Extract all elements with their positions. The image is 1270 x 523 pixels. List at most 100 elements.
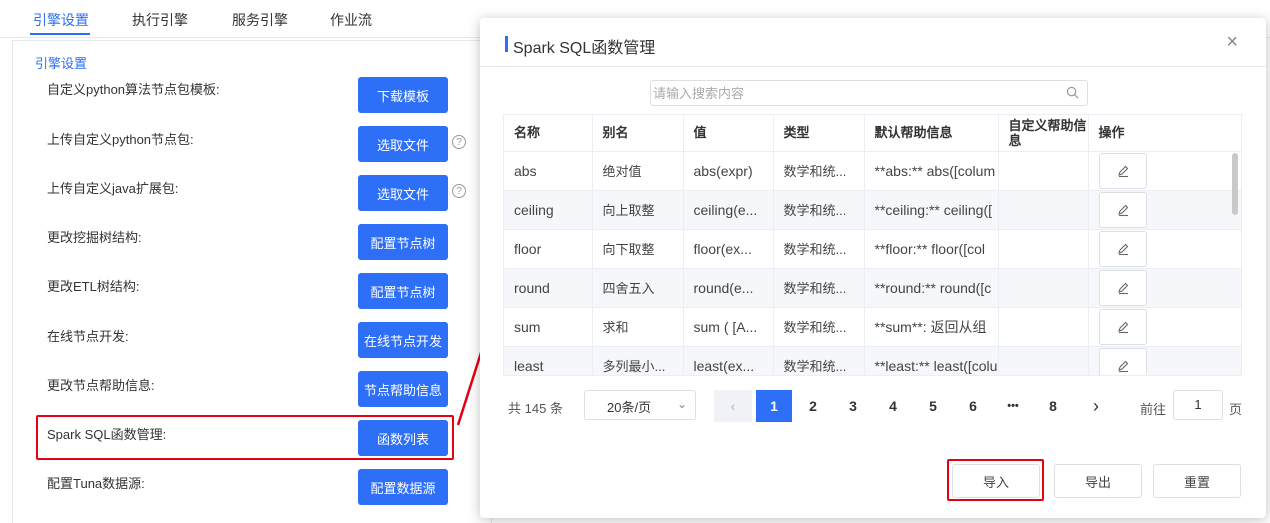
dialog-title: Spark SQL函数管理 — [513, 40, 656, 57]
cell-value: sum ( [A... — [683, 307, 774, 347]
page-8-button[interactable]: 8 — [1035, 390, 1071, 422]
cell-default-help: **sum**: 返回从组 — [864, 307, 999, 347]
table-scrollbar[interactable] — [1232, 153, 1238, 215]
edit-button[interactable] — [1098, 347, 1147, 375]
close-icon[interactable]: × — [1226, 31, 1238, 54]
download-template-button[interactable]: 下载模板 — [358, 77, 448, 113]
cell-value: round(e... — [683, 268, 774, 308]
cell-alias: 向上取整 — [592, 190, 684, 230]
goto-page-input[interactable]: 1 — [1173, 390, 1223, 420]
tab-engine-settings[interactable]: 引擎设置 — [33, 10, 89, 30]
tab-execution-engine[interactable]: 执行引擎 — [132, 10, 188, 30]
next-page-button[interactable]: › — [1078, 390, 1114, 422]
spark-sql-row-highlight — [36, 415, 454, 460]
cell-type: 数学和统... — [773, 346, 865, 375]
export-button[interactable]: 导出 — [1054, 464, 1142, 498]
help-icon[interactable]: ? — [452, 184, 466, 198]
cell-name: floor — [504, 229, 593, 269]
edit-icon — [1117, 360, 1128, 372]
search-input[interactable] — [651, 81, 1051, 105]
page-size-select[interactable]: 20条/页 ⌄ — [584, 390, 696, 420]
column-header-type: 类型 — [773, 115, 865, 152]
page-2-button[interactable]: 2 — [795, 390, 831, 422]
select-python-file-button[interactable]: 选取文件 — [358, 126, 448, 162]
cell-default-help: **least:** least([colu — [864, 346, 999, 375]
cell-type: 数学和统... — [773, 151, 865, 191]
table-row[interactable]: round 四舍五入 round(e... 数学和统... **round:**… — [504, 268, 1241, 308]
edit-button[interactable] — [1098, 152, 1147, 189]
pagination: 共 145 条 20条/页 ⌄ ‹ 1 2 3 4 5 6 ••• 8 › 前往… — [480, 390, 1266, 422]
cell-default-help: **floor:** floor([col — [864, 229, 999, 269]
row-label-etl-tree: 更改ETL树结构: — [47, 279, 140, 294]
cell-default-help: **round:** round([c — [864, 268, 999, 308]
cell-name: least — [504, 346, 593, 375]
cell-custom-help — [998, 229, 1089, 269]
cell-custom-help — [998, 307, 1089, 347]
page-4-button[interactable]: 4 — [875, 390, 911, 422]
more-pages-button[interactable]: ••• — [995, 390, 1031, 422]
column-header-name: 名称 — [504, 115, 593, 152]
table-row[interactable]: sum 求和 sum ( [A... 数学和统... **sum**: 返回从组 — [504, 307, 1241, 347]
row-label-mining-tree: 更改挖掘树结构: — [47, 230, 142, 245]
tab-service-engine[interactable]: 服务引擎 — [232, 10, 288, 30]
cell-custom-help — [998, 151, 1089, 191]
chevron-down-icon: ⌄ — [676, 397, 687, 411]
edit-button[interactable] — [1098, 308, 1147, 345]
cell-type: 数学和统... — [773, 268, 865, 308]
goto-label: 前往 — [1140, 402, 1167, 417]
cell-name: round — [504, 268, 593, 308]
node-help-info-button[interactable]: 节点帮助信息 — [358, 371, 448, 407]
table-row[interactable]: least 多列最小... least(ex... 数学和统... **leas… — [504, 346, 1241, 375]
page-6-button[interactable]: 6 — [955, 390, 991, 422]
table-row[interactable]: floor 向下取整 floor(ex... 数学和统... **floor:*… — [504, 229, 1241, 269]
search-box — [650, 80, 1088, 106]
edit-button[interactable] — [1098, 269, 1147, 306]
cell-custom-help — [998, 190, 1089, 230]
title-accent-bar — [505, 36, 508, 52]
cell-alias: 绝对值 — [592, 151, 684, 191]
edit-icon — [1117, 165, 1128, 177]
table-header-row: 名称 别名 值 类型 默认帮助信息 自定义帮助信息 操作 — [504, 115, 1241, 152]
edit-icon — [1117, 321, 1128, 333]
cell-actions — [1088, 151, 1241, 191]
spark-sql-function-dialog: Spark SQL函数管理 × 名称 别名 值 类型 默认帮助信息 自定义帮助信… — [480, 18, 1266, 518]
function-table: 名称 别名 值 类型 默认帮助信息 自定义帮助信息 操作 abs 绝对值 abs… — [503, 114, 1242, 376]
page-5-button[interactable]: 5 — [915, 390, 951, 422]
column-header-actions: 操作 — [1088, 115, 1241, 152]
cell-value: ceiling(e... — [683, 190, 774, 230]
table-row[interactable]: abs 绝对值 abs(expr) 数学和统... **abs:** abs([… — [504, 151, 1241, 191]
page-3-button[interactable]: 3 — [835, 390, 871, 422]
config-datasource-button[interactable]: 配置数据源 — [358, 469, 448, 505]
cell-name: ceiling — [504, 190, 593, 230]
import-highlight-box — [947, 459, 1044, 501]
edit-button[interactable] — [1098, 191, 1147, 228]
edit-button[interactable] — [1098, 230, 1147, 267]
cell-actions — [1088, 346, 1241, 375]
cell-alias: 求和 — [592, 307, 684, 347]
cell-name: sum — [504, 307, 593, 347]
cell-alias: 向下取整 — [592, 229, 684, 269]
online-node-dev-button[interactable]: 在线节点开发 — [358, 322, 448, 358]
config-etl-tree-button[interactable]: 配置节点树 — [358, 273, 448, 309]
cell-type: 数学和统... — [773, 229, 865, 269]
tab-workflow[interactable]: 作业流 — [330, 10, 372, 30]
page-size-value: 20条/页 — [607, 400, 652, 415]
search-icon[interactable] — [1066, 86, 1079, 99]
row-label-online-dev: 在线节点开发: — [47, 329, 129, 344]
cell-default-help: **ceiling:** ceiling([ — [864, 190, 999, 230]
cell-actions — [1088, 190, 1241, 230]
row-label-upload-java: 上传自定义java扩展包: — [47, 181, 179, 196]
page-1-button[interactable]: 1 — [756, 390, 792, 422]
reset-button[interactable]: 重置 — [1153, 464, 1241, 498]
cell-value: least(ex... — [683, 346, 774, 375]
help-icon[interactable]: ? — [452, 135, 466, 149]
edit-icon — [1117, 204, 1128, 216]
section-title: 引擎设置 — [35, 56, 88, 71]
column-header-custom-help: 自定义帮助信息 — [998, 115, 1089, 152]
column-header-default-help: 默认帮助信息 — [864, 115, 999, 152]
prev-page-button[interactable]: ‹ — [714, 390, 752, 422]
config-mining-tree-button[interactable]: 配置节点树 — [358, 224, 448, 260]
select-java-file-button[interactable]: 选取文件 — [358, 175, 448, 211]
active-tab-underline — [30, 33, 90, 35]
table-row[interactable]: ceiling 向上取整 ceiling(e... 数学和统... **ceil… — [504, 190, 1241, 230]
